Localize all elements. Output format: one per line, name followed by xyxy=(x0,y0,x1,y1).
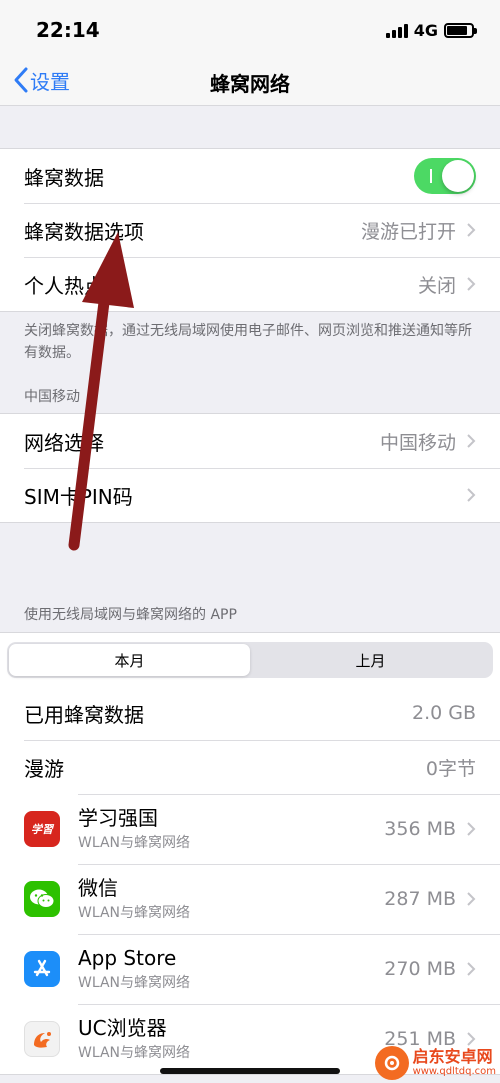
watermark-title: 启东安卓网 xyxy=(412,1047,493,1066)
roaming-row: 漫游 0字节 xyxy=(0,740,500,794)
period-segment-wrap: 本月 上月 xyxy=(0,632,500,686)
network-selection-label: 网络选择 xyxy=(24,430,104,455)
signal-icon xyxy=(385,22,408,38)
app-network-type: WLAN与蜂窝网络 xyxy=(78,1045,191,1061)
status-bar: 22:14 4G xyxy=(0,0,500,56)
apps-header: 使用无线局域网与蜂窝网络的 APP xyxy=(24,607,237,623)
cellular-data-label: 蜂窝数据 xyxy=(24,165,104,190)
chevron-right-icon xyxy=(467,962,476,976)
app-data-size: 270 MB xyxy=(384,958,456,980)
wechat-icon xyxy=(24,881,60,917)
chevron-right-icon xyxy=(467,488,476,502)
cellular-group: 蜂窝数据 蜂窝数据选项 漫游已打开 个人热点 关闭 xyxy=(0,148,500,312)
cellular-data-options-row[interactable]: 蜂窝数据选项 漫游已打开 xyxy=(0,203,500,257)
xuexi-qiangguo-icon: 学習 xyxy=(24,811,60,847)
personal-hotspot-label: 个人热点 xyxy=(24,273,104,298)
sim-pin-row[interactable]: SIM卡PIN码 xyxy=(0,468,500,522)
cellular-data-options-label: 蜂窝数据选项 xyxy=(24,219,144,244)
battery-icon xyxy=(444,22,477,38)
used-cellular-data-row: 已用蜂窝数据 2.0 GB xyxy=(0,686,500,740)
personal-hotspot-value: 关闭 xyxy=(417,274,456,297)
app-name: UC浏览器 xyxy=(78,1016,167,1040)
app-name: 微信 xyxy=(78,876,118,900)
cellular-footnote: 关闭蜂窝数据，通过无线局域网使用电子邮件、网页浏览和推送通知等所有数据。 xyxy=(24,323,472,361)
usage-group: 已用蜂窝数据 2.0 GB 漫游 0字节 学習 学习强国 WLAN与蜂窝网络 3… xyxy=(0,686,500,1075)
watermark-url: www.qdltdq.com xyxy=(412,1066,496,1077)
network-selection-row[interactable]: 网络选择 中国移动 xyxy=(0,414,500,468)
carrier-group: 网络选择 中国移动 SIM卡PIN码 xyxy=(0,413,500,523)
home-indicator xyxy=(160,1068,340,1074)
roaming-label: 漫游 xyxy=(24,756,64,781)
personal-hotspot-row[interactable]: 个人热点 关闭 xyxy=(0,257,500,311)
app-network-type: WLAN与蜂窝网络 xyxy=(78,835,191,851)
chevron-right-icon xyxy=(467,434,476,448)
app-store-icon xyxy=(24,951,60,987)
watermark: 启东安卓网 www.qdltdq.com xyxy=(374,1046,496,1080)
segment-this-month[interactable]: 本月 xyxy=(9,644,250,676)
chevron-right-icon xyxy=(467,277,476,291)
app-name: 学习强国 xyxy=(78,806,158,830)
app-network-type: WLAN与蜂窝网络 xyxy=(78,905,191,921)
app-network-type: WLAN与蜂窝网络 xyxy=(78,975,191,991)
chevron-right-icon xyxy=(467,822,476,836)
page-title: 蜂窝网络 xyxy=(210,72,290,96)
app-data-size: 356 MB xyxy=(384,818,456,840)
cellular-data-toggle[interactable] xyxy=(414,158,476,194)
status-icons: 4G xyxy=(385,20,477,40)
network-type: 4G xyxy=(413,20,438,40)
carrier-header: 中国移动 xyxy=(24,389,80,405)
watermark-logo-icon xyxy=(374,1046,409,1080)
cellular-data-row[interactable]: 蜂窝数据 xyxy=(0,149,500,203)
roaming-status-value: 漫游已打开 xyxy=(360,220,456,243)
chevron-right-icon xyxy=(467,1032,476,1046)
app-row-wechat[interactable]: 微信 WLAN与蜂窝网络 287 MB xyxy=(0,864,500,934)
app-name: App Store xyxy=(78,946,177,970)
app-row-app-store[interactable]: App Store WLAN与蜂窝网络 270 MB xyxy=(0,934,500,1004)
roaming-value: 0字节 xyxy=(425,757,476,780)
app-data-size: 287 MB xyxy=(384,888,456,910)
app-row-xuexi[interactable]: 学習 学习强国 WLAN与蜂窝网络 356 MB xyxy=(0,794,500,864)
nav-bar: 设置 蜂窝网络 xyxy=(0,56,500,106)
used-cellular-data-label: 已用蜂窝数据 xyxy=(24,702,144,727)
chevron-right-icon xyxy=(467,892,476,906)
segment-last-month[interactable]: 上月 xyxy=(250,644,491,676)
uc-browser-icon xyxy=(24,1021,60,1057)
network-selection-value: 中国移动 xyxy=(379,431,456,454)
status-time: 22:14 xyxy=(36,18,100,42)
used-cellular-data-value: 2.0 GB xyxy=(411,702,476,724)
sim-pin-label: SIM卡PIN码 xyxy=(24,484,133,509)
chevron-right-icon xyxy=(467,223,476,237)
period-segmented-control: 本月 上月 xyxy=(7,642,493,678)
